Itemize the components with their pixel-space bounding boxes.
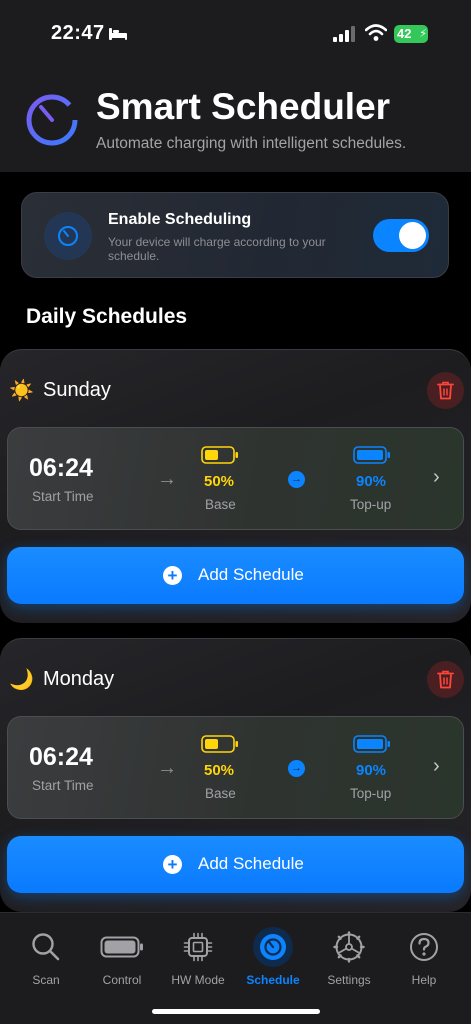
header: Smart Scheduler Automate charging with i…: [0, 70, 471, 172]
plus-circle-icon: +: [163, 855, 182, 874]
start-time: 06:24: [29, 454, 93, 482]
battery-icon: [100, 936, 143, 958]
start-time-label: Start Time: [32, 778, 94, 793]
schedule-row[interactable]: 06:24 Start Time → 50% Base → 90% Top-up…: [7, 427, 464, 530]
add-schedule-label: Add Schedule: [198, 854, 304, 873]
tab-schedule[interactable]: Schedule: [233, 927, 313, 987]
battery-indicator: 42 ⚡: [394, 25, 428, 43]
tab-settings[interactable]: Settings: [309, 927, 389, 987]
home-indicator[interactable]: [152, 1009, 320, 1014]
chip-icon: [183, 932, 213, 962]
chevron-right-icon: ›: [433, 466, 440, 488]
start-time: 06:24: [29, 743, 93, 771]
base-label: Base: [205, 786, 236, 801]
battery-full-icon: [353, 735, 390, 753]
wifi-icon: [365, 24, 387, 41]
signal-icon: [333, 26, 355, 42]
add-schedule-button[interactable]: + Add Schedule: [7, 836, 464, 893]
topup-value: 90%: [356, 762, 387, 779]
tab-help[interactable]: Help: [384, 927, 464, 987]
enable-scheduling-card: Enable Scheduling Your device will charg…: [21, 192, 449, 278]
tab-label: Settings: [327, 973, 371, 987]
tab-label: HW Mode: [171, 973, 225, 987]
tab-scan[interactable]: Scan: [6, 927, 86, 987]
help-icon: [410, 933, 438, 961]
trash-icon: [437, 670, 454, 689]
day-card-monday: 🌙 Monday 06:24 Start Time → 50% Base → 9…: [0, 638, 471, 912]
chevron-right-icon: ›: [433, 755, 440, 777]
plus-circle-icon: +: [163, 566, 182, 585]
topup-label: Top-up: [350, 786, 392, 801]
start-time-label: Start Time: [32, 489, 94, 504]
day-card-sunday: ☀️ Sunday 06:24 Start Time → 50% Base → …: [0, 349, 471, 623]
enable-scheduling-description: Your device will charge according to you…: [108, 235, 326, 263]
battery-level: 42: [397, 26, 412, 41]
delete-button[interactable]: [427, 372, 464, 409]
moon-icon: 🌙: [9, 669, 34, 691]
delete-button[interactable]: [427, 661, 464, 698]
trash-icon: [437, 381, 454, 400]
base-value: 50%: [204, 762, 235, 779]
day-name: Monday: [43, 668, 115, 690]
tab-label: Schedule: [246, 973, 300, 987]
app-logo-icon: [26, 94, 78, 146]
enable-scheduling-toggle[interactable]: [373, 219, 429, 252]
arrow-right-icon: →: [157, 468, 177, 490]
topup-label: Top-up: [350, 497, 392, 512]
enable-scheduling-title: Enable Scheduling: [108, 211, 252, 228]
tab-label: Scan: [32, 973, 60, 987]
tab-hw-mode[interactable]: HW Mode: [158, 927, 238, 987]
arrow-right-icon: →: [157, 757, 177, 779]
topup-value: 90%: [356, 473, 387, 490]
base-value: 50%: [204, 473, 235, 490]
tab-label: Control: [102, 973, 142, 987]
page-title: Smart Scheduler: [96, 86, 391, 127]
tab-label: Help: [411, 973, 437, 987]
battery-half-icon: [201, 735, 238, 753]
search-icon: [32, 933, 60, 961]
bed-icon: [109, 28, 127, 40]
arrow-circle-icon: →: [288, 471, 305, 488]
arrow-circle-icon: →: [288, 760, 305, 777]
toggle-knob: [399, 222, 426, 249]
base-label: Base: [205, 497, 236, 512]
tab-bar: Scan Control HW Mode Schedule Settings H…: [0, 912, 471, 1024]
day-name: Sunday: [43, 379, 111, 401]
timer-icon: [44, 212, 92, 260]
add-schedule-label: Add Schedule: [198, 565, 304, 584]
status-time: 22:47: [51, 22, 105, 44]
sun-icon: ☀️: [9, 380, 34, 402]
charging-bolt-icon: ⚡: [419, 28, 427, 40]
tab-control[interactable]: Control: [82, 927, 162, 987]
page-subtitle: Automate charging with intelligent sched…: [96, 135, 407, 152]
battery-full-icon: [353, 446, 390, 464]
settings-icon: [333, 931, 365, 963]
battery-half-icon: [201, 446, 238, 464]
section-title: Daily Schedules: [26, 305, 188, 328]
status-bar: 22:47 42 ⚡: [0, 0, 471, 70]
add-schedule-button[interactable]: + Add Schedule: [7, 547, 464, 604]
timer-icon: [253, 927, 293, 967]
schedule-row[interactable]: 06:24 Start Time → 50% Base → 90% Top-up…: [7, 716, 464, 819]
